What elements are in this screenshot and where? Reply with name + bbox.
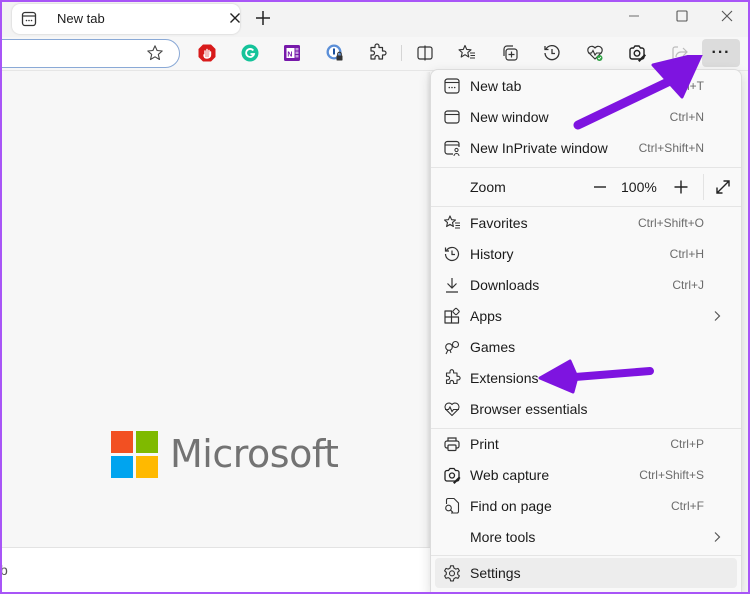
menu-item-shortcut: Ctrl+N <box>669 110 704 124</box>
close-tab-icon[interactable] <box>227 10 243 26</box>
menu-item-label: History <box>470 246 514 262</box>
fullscreen-icon[interactable] <box>713 177 733 197</box>
menu-separator <box>431 555 741 556</box>
menu-item-favorites[interactable]: Favorites Ctrl+Shift+O <box>435 208 737 238</box>
microsoft-logo-text: Microsoft <box>170 432 339 476</box>
menu-item-find-on-page[interactable]: Find on page Ctrl+F <box>435 491 737 521</box>
minimize-icon[interactable] <box>624 6 644 26</box>
history-icon <box>443 245 461 263</box>
web-capture-icon <box>443 466 461 484</box>
menu-item-history[interactable]: History Ctrl+H <box>435 239 737 269</box>
browser-essentials-icon[interactable] <box>585 43 605 63</box>
menu-item-extensions[interactable]: Extensions <box>435 363 737 393</box>
games-icon <box>443 338 461 356</box>
tab-new-tab[interactable]: New tab <box>12 4 240 34</box>
logo-square-blue <box>111 456 133 478</box>
history-icon[interactable] <box>542 43 562 63</box>
menu-item-label: Downloads <box>470 277 540 293</box>
menu-item-shortcut: Ctrl+F <box>671 499 704 513</box>
downloads-icon <box>443 276 461 294</box>
menu-item-shortcut: Ctrl+J <box>672 278 704 292</box>
menu-item-shortcut: Ctrl+T <box>671 79 704 93</box>
inprivate-icon <box>443 139 461 157</box>
favorites-icon <box>443 214 461 232</box>
menu-item-shortcut: Ctrl+Shift+O <box>637 216 704 230</box>
menu-item-browser-essentials[interactable]: Browser essentials <box>435 394 737 424</box>
microsoft-logo <box>111 431 158 478</box>
menu-item-label: Favorites <box>470 215 528 231</box>
menu-item-shortcut: Ctrl+H <box>669 247 704 261</box>
extensions-icon <box>443 369 461 387</box>
more-button[interactable]: ··· <box>702 39 740 67</box>
menu-item-label: Apps <box>470 308 502 324</box>
browser-essentials-icon <box>443 400 461 418</box>
menu-item-games[interactable]: Games <box>435 332 737 362</box>
menu-item-new-window[interactable]: New window Ctrl+N <box>435 102 737 132</box>
zoom-row: Zoom 100% <box>435 170 737 204</box>
web-capture-icon[interactable] <box>627 43 647 63</box>
svg-text:N: N <box>287 51 292 58</box>
menu-item-label: Games <box>470 339 516 355</box>
search-box-text: b <box>0 562 8 578</box>
new-tab-plus-icon[interactable] <box>253 8 273 28</box>
close-window-icon[interactable] <box>717 6 737 26</box>
menu-item-web-capture[interactable]: Web capture Ctrl+Shift+S <box>435 460 737 490</box>
search-box[interactable] <box>0 547 430 594</box>
menu-item-settings[interactable]: Settings <box>435 558 737 588</box>
menu-separator <box>431 206 741 207</box>
menu-item-new-tab[interactable]: New tab Ctrl+T <box>435 71 737 101</box>
logo-square-red <box>111 431 133 453</box>
chevron-right-icon <box>711 309 723 323</box>
menu-item-new-inprivate-window[interactable]: New InPrivate window Ctrl+Shift+N <box>435 133 737 163</box>
split-screen-icon[interactable] <box>415 43 435 63</box>
menu-item-label: New tab <box>470 78 522 94</box>
zoom-separator <box>703 174 704 200</box>
menu-item-downloads[interactable]: Downloads Ctrl+J <box>435 270 737 300</box>
zoom-label: Zoom <box>470 179 506 195</box>
menu-item-print[interactable]: Print Ctrl+P <box>435 429 737 459</box>
menu-item-label: New InPrivate window <box>470 140 608 156</box>
logo-square-green <box>136 431 158 453</box>
print-icon <box>443 435 461 453</box>
favorites-icon[interactable] <box>457 43 477 63</box>
toolbar-separator <box>401 45 402 61</box>
menu-item-shortcut: Ctrl+P <box>670 437 704 451</box>
onenote-icon[interactable]: N <box>282 43 302 63</box>
menu-item-label: Web capture <box>470 467 550 483</box>
menu-item-label: New window <box>470 109 549 125</box>
menu-item-label: Print <box>470 436 499 452</box>
add-favorite-star-icon[interactable] <box>146 44 164 62</box>
menu-item-label: Extensions <box>470 370 539 386</box>
menu-item-more-tools[interactable]: More tools <box>435 522 737 552</box>
zoom-out-icon[interactable] <box>590 177 610 197</box>
password-manager-icon[interactable] <box>325 43 345 63</box>
new-tab-page-icon <box>21 11 37 27</box>
adblock-icon[interactable] <box>197 43 217 63</box>
extensions-icon[interactable] <box>367 43 387 63</box>
chevron-right-icon <box>711 530 723 544</box>
menu-separator <box>431 167 741 168</box>
settings-icon <box>443 564 461 582</box>
new-tab-icon <box>443 77 461 95</box>
zoom-value: 100% <box>621 179 657 195</box>
logo-square-yellow <box>136 456 158 478</box>
maximize-icon[interactable] <box>672 6 692 26</box>
apps-icon <box>443 307 461 325</box>
menu-item-label: More tools <box>470 529 536 545</box>
collections-icon[interactable] <box>500 43 520 63</box>
new-window-icon <box>443 108 461 126</box>
menu-item-label: Find on page <box>470 498 552 514</box>
zoom-in-icon[interactable] <box>671 177 691 197</box>
menu-item-label: Browser essentials <box>470 401 588 417</box>
tab-title: New tab <box>57 11 105 26</box>
tab-strip: New tab <box>0 0 750 37</box>
menu-item-shortcut: Ctrl+Shift+S <box>639 468 704 482</box>
find-icon <box>443 497 461 515</box>
menu-item-shortcut: Ctrl+Shift+N <box>638 141 704 155</box>
menu-item-label: Settings <box>470 565 521 581</box>
share-icon[interactable] <box>670 43 690 63</box>
menu-item-apps[interactable]: Apps <box>435 301 737 331</box>
grammarly-icon[interactable] <box>240 43 260 63</box>
settings-and-more-menu: New tab Ctrl+T New window Ctrl+N New InP… <box>430 69 742 594</box>
